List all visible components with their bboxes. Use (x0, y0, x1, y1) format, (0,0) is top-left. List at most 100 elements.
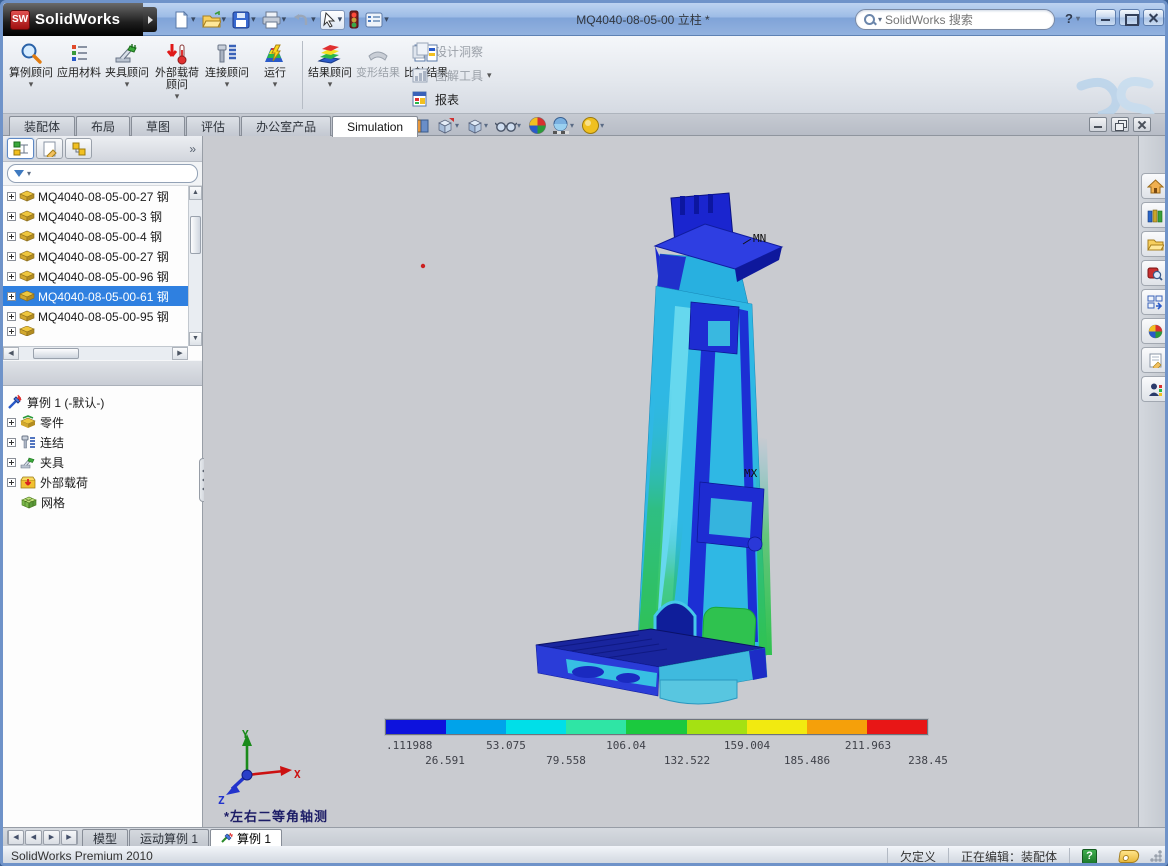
part-icon (19, 230, 35, 242)
print-button[interactable]: ▾ (260, 9, 289, 31)
document-manager-tab[interactable] (1141, 376, 1168, 402)
options-button[interactable]: ▾ (363, 10, 391, 30)
tree-row[interactable]: MQ4040-08-05-00-96 钢 (3, 266, 188, 286)
search-box[interactable]: ▾ (855, 9, 1055, 30)
menu-expand-arrow[interactable] (143, 7, 157, 32)
configuration-manager-tab[interactable] (65, 138, 92, 159)
appearances-scenes-tab[interactable] (1141, 318, 1168, 344)
interference-check-button[interactable] (347, 8, 361, 31)
external-loads-advisor-button[interactable]: 外部载荷顾问 ▾ (151, 38, 203, 112)
undo-button[interactable]: ▾ (290, 9, 318, 31)
study-item-fixtures[interactable]: 夹具 (7, 452, 202, 472)
search-input[interactable] (885, 13, 1046, 27)
custom-properties-tab[interactable] (1141, 347, 1168, 373)
tab-sketch[interactable]: 草图 (131, 116, 185, 136)
tree-vertical-scrollbar[interactable]: ▲ ▼ (188, 186, 202, 346)
connections-advisor-button[interactable]: 连接顾问 ▾ (203, 38, 251, 112)
study-item-parts[interactable]: 零件 (7, 412, 202, 432)
open-document-button[interactable]: ▾ (200, 9, 229, 31)
hide-show-items-button[interactable]: ▾ (495, 116, 524, 135)
scroll-thumb[interactable] (190, 216, 201, 254)
display-style-button[interactable]: ▾ (466, 116, 491, 135)
quick-tips-button[interactable]: ? (1082, 849, 1097, 864)
study-item-external-loads[interactable]: 外部载荷 (7, 472, 202, 492)
tree-row[interactable]: MQ4040-08-05-00-3 钢 (3, 206, 188, 226)
scroll-left-arrow[interactable]: ◀ (3, 347, 19, 360)
apply-material-button[interactable]: 应用材料 (55, 38, 103, 112)
expand-icon[interactable] (7, 327, 16, 336)
new-document-button[interactable]: ▾ (171, 9, 198, 31)
expand-icon[interactable] (7, 232, 16, 241)
expand-icon[interactable] (7, 212, 16, 221)
tags-icon[interactable] (1118, 850, 1140, 863)
prev-tab-button[interactable]: ◀ (25, 830, 42, 845)
scroll-thumb[interactable] (33, 348, 79, 359)
panel-overflow-chevron[interactable]: » (189, 142, 198, 156)
tree-row[interactable]: MQ4040-08-05-00-27 钢 (3, 186, 188, 206)
results-advisor-button[interactable]: 结果顾问 ▾ (306, 38, 354, 112)
file-explorer-tab[interactable] (1141, 231, 1168, 257)
scroll-right-arrow[interactable]: ▶ (172, 347, 188, 360)
solidworks-search-tab[interactable] (1141, 260, 1168, 286)
study-item-mesh[interactable]: 网格 (7, 492, 202, 512)
view-orientation-button[interactable]: ▾ (435, 116, 462, 135)
tree-row-partial[interactable] (3, 326, 188, 336)
next-tab-button[interactable]: ▶ (43, 830, 60, 845)
tree-horizontal-scrollbar[interactable]: ◀ ▶ (3, 346, 188, 360)
model-tab[interactable]: 模型 (82, 829, 128, 846)
maximize-button[interactable] (1119, 9, 1140, 26)
last-tab-button[interactable]: ▶ (61, 830, 78, 845)
filter-dropdown-icon[interactable]: ▾ (27, 169, 31, 178)
fixtures-advisor-button[interactable]: 夹具顾问 ▾ (103, 38, 151, 112)
tree-row[interactable]: MQ4040-08-05-00-4 钢 (3, 226, 188, 246)
panel-splitter[interactable] (3, 360, 202, 386)
tab-assembly[interactable]: 装配体 (9, 116, 75, 136)
search-dropdown-icon[interactable]: ▾ (878, 15, 882, 24)
minimize-button[interactable] (1095, 9, 1116, 26)
motion-study-tab[interactable]: 运动算例 1 (129, 829, 209, 846)
run-button[interactable]: 运行 ▾ (251, 38, 299, 112)
view-palette-tab[interactable] (1141, 289, 1168, 315)
tab-simulation[interactable]: Simulation (332, 116, 418, 137)
scroll-up-arrow[interactable]: ▲ (189, 186, 202, 200)
tab-evaluate[interactable]: 评估 (186, 116, 240, 136)
tab-layout[interactable]: 布局 (76, 116, 130, 136)
doc-restore-button[interactable] (1111, 117, 1129, 132)
solidworks-resources-tab[interactable] (1141, 173, 1168, 199)
tree-row-selected[interactable]: MQ4040-08-05-00-61 钢 (3, 286, 188, 306)
doc-minimize-button[interactable] (1089, 117, 1107, 132)
close-button[interactable] (1143, 9, 1164, 26)
resize-grip[interactable] (1149, 849, 1163, 863)
first-tab-button[interactable]: ◀ (7, 830, 24, 845)
expand-icon[interactable] (7, 292, 16, 301)
study-item-connections[interactable]: 连结 (7, 432, 202, 452)
expand-icon[interactable] (7, 418, 16, 427)
study-root[interactable]: 算例 1 (-默认-) (7, 392, 202, 412)
scroll-down-arrow[interactable]: ▼ (189, 332, 202, 346)
select-tool-button[interactable]: ▾ (320, 10, 346, 30)
help-button[interactable]: ? ▾ (1065, 11, 1083, 26)
expand-icon[interactable] (7, 312, 16, 321)
doc-close-button[interactable] (1133, 117, 1151, 132)
tab-office-products[interactable]: 办公室产品 (241, 116, 331, 136)
property-manager-tab[interactable] (36, 138, 63, 159)
tree-filter-input[interactable]: ▾ (7, 164, 198, 183)
tree-row[interactable]: MQ4040-08-05-00-27 钢 (3, 246, 188, 266)
tree-row[interactable]: MQ4040-08-05-00-95 钢 (3, 306, 188, 326)
study-tab[interactable]: 算例 1 (210, 829, 282, 846)
design-library-tab[interactable] (1141, 202, 1168, 228)
expand-icon[interactable] (7, 438, 16, 447)
save-button[interactable]: ▾ (230, 9, 258, 31)
study-advisor-button[interactable]: 算例顾问 ▾ (7, 38, 55, 112)
apply-scene-button[interactable]: ▾ (551, 116, 577, 135)
solidworks-menu[interactable]: SW SolidWorks (3, 3, 143, 36)
expand-icon[interactable] (7, 272, 16, 281)
expand-icon[interactable] (7, 478, 16, 487)
expand-icon[interactable] (7, 458, 16, 467)
expand-icon[interactable] (7, 192, 16, 201)
view-settings-button[interactable]: ▾ (581, 116, 607, 135)
report-button[interactable]: 报表 (411, 88, 507, 110)
edit-appearance-button[interactable] (528, 116, 547, 135)
feature-manager-tab[interactable] (7, 138, 34, 159)
expand-icon[interactable] (7, 252, 16, 261)
